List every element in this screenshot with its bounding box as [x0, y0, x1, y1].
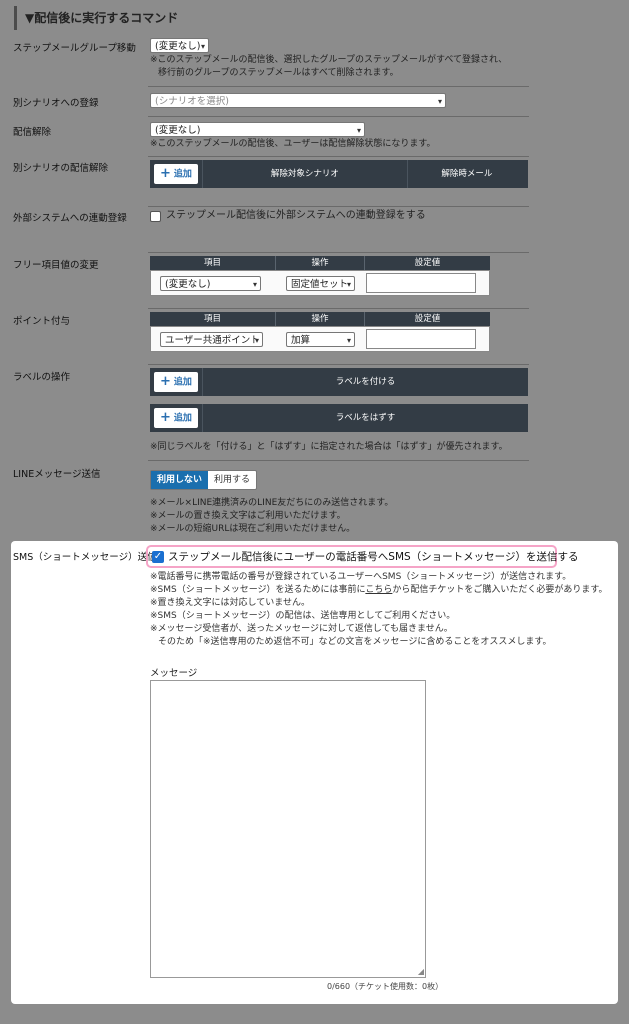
- line-note-2: ※メールの置き換え文字はご利用いただけます。: [150, 511, 346, 521]
- col-item: 項目: [203, 314, 221, 324]
- sms-note-3: ※置き換え文字には対応していません。: [150, 598, 311, 608]
- resize-handle-icon[interactable]: ◢: [418, 967, 424, 976]
- chevron-down-icon: ▾: [200, 42, 205, 51]
- label-op-note: ※同じラベルを「付ける」と「はずす」に指定された場合は「はずす」が優先されます。: [150, 442, 508, 452]
- scenario-unsubscribe-label: 別シナリオの配信解除: [13, 163, 109, 174]
- sms-note-2: ※SMS（ショートメッセージ）を送るためには事前にこちらから配信チケットをご購入…: [150, 585, 608, 595]
- message-counter: 0/660（チケット使用数：0枚）: [327, 982, 444, 991]
- divider: [148, 86, 529, 87]
- chevron-down-icon: ▾: [252, 280, 257, 289]
- external-label: 外部システムへの連動登録: [13, 213, 127, 224]
- sms-checkbox-label: ステップメール配信後にユーザーの電話番号へSMS（ショートメッセージ）を送信する: [168, 551, 579, 563]
- col-value: 設定値: [364, 256, 490, 270]
- sms-label: SMS（ショートメッセージ）送信: [13, 552, 157, 563]
- sms-note-1: ※電話番号に携帯電話の番号が登録されているユーザーへSMS（ショートメッセージ）…: [150, 572, 572, 582]
- free-item-value-input[interactable]: [366, 273, 476, 293]
- add-unsubscribe-scenario-button[interactable]: + 追加: [154, 164, 198, 184]
- unsubscribe-note: ※このステップメールの配信後、ユーザーは配信解除状態になります。: [150, 139, 436, 149]
- divider: [148, 364, 529, 365]
- label-attach-bar: + 追加 ラベルを付ける: [150, 368, 528, 396]
- line-toggle: 利用しない 利用する: [150, 470, 258, 490]
- col-value: 設定値: [364, 312, 490, 326]
- line-note-3: ※メールの短縮URLは現在ご利用いただけません。: [150, 524, 356, 534]
- chevron-down-icon: ▾: [254, 336, 259, 345]
- col-operation: 操作: [275, 256, 364, 270]
- line-note-1: ※メール×LINE連携済みのLINE友だちにのみ送信されます。: [150, 498, 394, 508]
- point-item-select[interactable]: ユーザー共通ポイント ▾: [160, 332, 263, 347]
- unsubscribe-label: 配信解除: [13, 127, 52, 138]
- chevron-down-icon: ▾: [346, 280, 351, 289]
- label-detach-bar: + 追加 ラベルをはずす: [150, 404, 528, 432]
- divider: [148, 156, 529, 157]
- message-textarea[interactable]: ◢: [150, 680, 426, 978]
- sms-note-5: ※メッセージ受信者が、送ったメッセージに対して返信しても届きません。: [150, 624, 453, 634]
- chevron-down-icon: ▾: [346, 336, 351, 345]
- col-target-scenario: 解除対象シナリオ: [201, 160, 407, 188]
- ticket-purchase-link[interactable]: こちら: [365, 585, 392, 595]
- point-value-input[interactable]: [366, 329, 476, 349]
- chevron-down-icon: ▾: [437, 97, 442, 106]
- divider: [148, 206, 529, 207]
- scenario-unsubscribe-bar: + 追加 解除対象シナリオ 解除時メール: [150, 160, 528, 188]
- line-on-option[interactable]: 利用する: [208, 471, 256, 489]
- free-item-operation-select[interactable]: 固定値セット ▾: [286, 276, 355, 291]
- col-operation: 操作: [275, 312, 364, 326]
- detach-label-header: ラベルをはずす: [201, 404, 528, 432]
- sms-panel: SMS（ショートメッセージ）送信 ✓ ステップメール配信後にユーザーの電話番号へ…: [11, 541, 618, 1004]
- plus-icon: +: [160, 374, 171, 389]
- divider: [148, 116, 529, 117]
- free-item-table-header: 項目 操作 設定値: [150, 256, 490, 270]
- divider: [148, 252, 529, 253]
- chevron-down-icon: ▾: [356, 126, 361, 135]
- line-off-option[interactable]: 利用しない: [151, 471, 209, 489]
- unsubscribe-select[interactable]: (変更なし) ▾: [150, 122, 365, 137]
- scenario-select[interactable]: (シナリオを選択) ▾: [150, 93, 446, 108]
- label-op-label: ラベルの操作: [13, 372, 71, 383]
- col-unsubscribe-mail: 解除時メール: [406, 160, 526, 188]
- sms-checkbox[interactable]: ✓: [152, 551, 164, 563]
- add-attach-label-button[interactable]: + 追加: [154, 372, 198, 392]
- point-table-header: 項目 操作 設定値: [150, 312, 490, 326]
- section-title: ▼配信後に実行するコマンド: [14, 6, 613, 30]
- sms-note-6: そのため「※送信専用のため返信不可」などの文言をメッセージに含めることをオススメ…: [158, 637, 552, 647]
- add-detach-label-button[interactable]: + 追加: [154, 408, 198, 428]
- col-item: 項目: [203, 258, 221, 268]
- external-checkbox-label: ステップメール配信後に外部システムへの連動登録をする: [166, 210, 426, 221]
- free-item-label: フリー項目値の変更: [13, 260, 99, 271]
- divider: [148, 460, 529, 461]
- group-move-note-2: 移行前のグループのステップメールはすべて削除されます。: [158, 68, 399, 78]
- sms-note-4: ※SMS（ショートメッセージ）の配信は、送信専用としてご利用ください。: [150, 611, 456, 621]
- check-icon: ✓: [153, 551, 163, 562]
- group-move-label: ステップメールグループ移動: [13, 43, 136, 54]
- attach-label-header: ラベルを付ける: [201, 368, 528, 396]
- scenario-register-label: 別シナリオへの登録: [13, 98, 99, 109]
- plus-icon: +: [160, 410, 171, 425]
- point-label: ポイント付与: [13, 316, 71, 327]
- line-label: LINEメッセージ送信: [13, 469, 101, 480]
- external-checkbox[interactable]: [150, 211, 161, 222]
- free-item-select[interactable]: (変更なし) ▾: [160, 276, 261, 291]
- message-label: メッセージ: [150, 668, 198, 679]
- divider: [148, 308, 529, 309]
- group-move-note: ※このステップメールの配信後、選択したグループのステップメールがすべて登録され、: [150, 55, 508, 65]
- point-operation-select[interactable]: 加算 ▾: [286, 332, 355, 347]
- plus-icon: +: [160, 166, 171, 181]
- group-move-select[interactable]: (変更なし) ▾: [150, 38, 209, 53]
